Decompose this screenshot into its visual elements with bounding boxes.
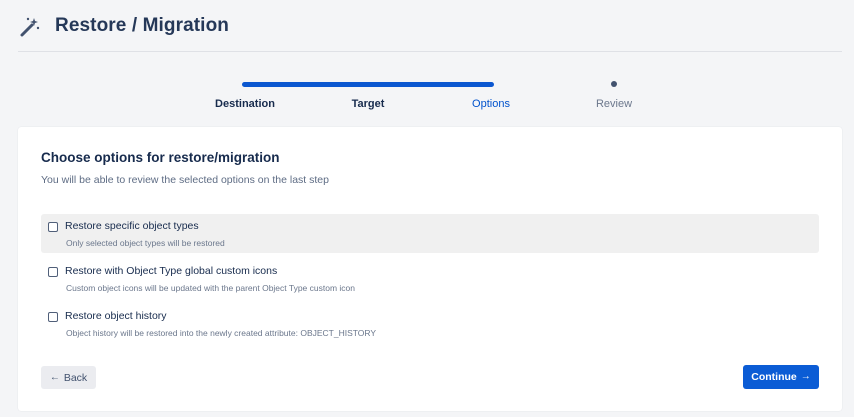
option-description: Only selected object types will be resto… xyxy=(66,238,225,248)
step-target: Target xyxy=(351,98,385,110)
option-restore-object-history[interactable]: Restore object history Object history wi… xyxy=(41,304,819,343)
checkbox[interactable] xyxy=(48,312,58,322)
progress-bar xyxy=(242,82,494,87)
page-header: Restore / Migration xyxy=(18,0,842,52)
back-button-label: Back xyxy=(63,371,88,384)
card-subtitle: You will be able to review the selected … xyxy=(41,174,329,186)
step-options: Options xyxy=(472,98,510,110)
option-label: Restore object history xyxy=(65,310,167,322)
continue-button[interactable]: Continue → xyxy=(743,365,819,389)
checkbox[interactable] xyxy=(48,267,58,277)
progress-stepper: Destination Target Options Review xyxy=(0,78,854,118)
checkbox[interactable] xyxy=(48,222,58,232)
continue-button-label: Continue xyxy=(751,371,797,383)
step-destination: Destination xyxy=(215,98,275,110)
option-description: Custom object icons will be updated with… xyxy=(66,283,355,293)
option-restore-specific-object-types[interactable]: Restore specific object types Only selec… xyxy=(41,214,819,253)
card-title: Choose options for restore/migration xyxy=(41,150,280,165)
review-step-dot xyxy=(611,81,617,87)
arrow-right-icon: → xyxy=(800,371,811,382)
arrow-left-icon: ← xyxy=(49,371,60,383)
option-restore-custom-icons[interactable]: Restore with Object Type global custom i… xyxy=(41,259,819,298)
option-label: Restore specific object types xyxy=(65,220,199,232)
page-title: Restore / Migration xyxy=(55,14,229,36)
magic-wand-icon xyxy=(20,17,40,36)
back-button[interactable]: ← Back xyxy=(41,366,96,389)
option-label: Restore with Object Type global custom i… xyxy=(65,265,278,277)
option-description: Object history will be restored into the… xyxy=(66,328,377,338)
step-review: Review xyxy=(595,98,633,110)
options-card: Choose options for restore/migration You… xyxy=(18,127,842,411)
